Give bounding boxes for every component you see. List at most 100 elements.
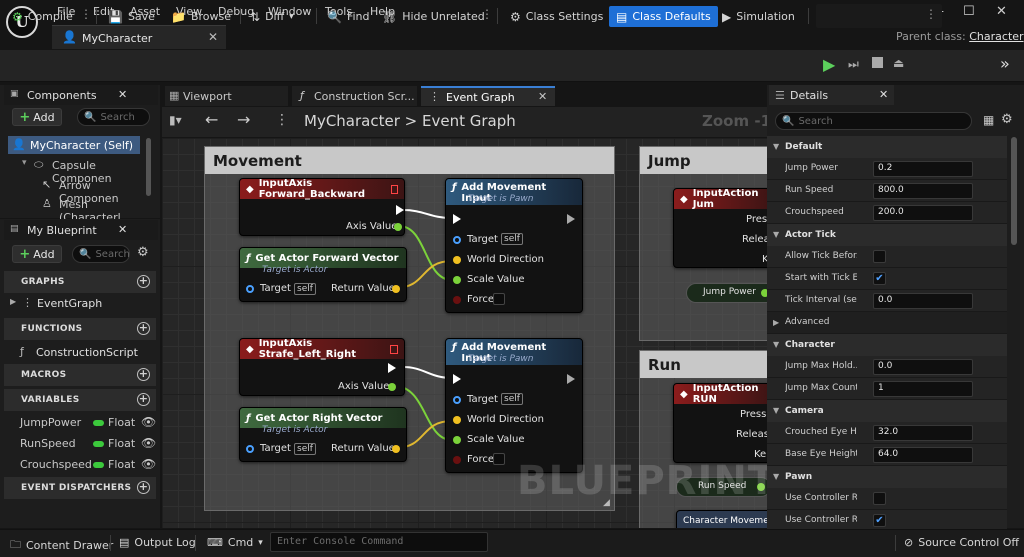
section-camera[interactable]: ▼ Camera (767, 400, 1007, 422)
play-icon[interactable]: ▶ (823, 55, 835, 74)
components-scrollbar[interactable] (146, 138, 151, 196)
target-pin[interactable] (453, 396, 461, 404)
variable-item-jumppower[interactable]: JumpPower Float 👁 (20, 413, 156, 434)
comment-resize-handle[interactable]: ◢ (603, 498, 610, 508)
eye-icon[interactable]: 👁 (141, 436, 156, 450)
jump-max-hold-field[interactable]: 0.0 (873, 359, 973, 375)
close-panel-icon[interactable]: ✕ (879, 88, 888, 101)
close-window-button[interactable]: ✕ (996, 4, 1007, 19)
settings-gear-icon[interactable]: ⚙ (1001, 112, 1013, 127)
section-functions[interactable]: FUNCTIONS + (4, 318, 156, 340)
section-pawn[interactable]: ▼ Pawn (767, 466, 1007, 488)
component-item-mesh[interactable]: ♙ Mesh (Characterl (42, 197, 146, 224)
parent-class-link[interactable]: Character (969, 30, 1023, 43)
close-panel-icon[interactable]: ✕ (118, 88, 127, 101)
return-value-pin[interactable] (392, 285, 400, 293)
target-pin[interactable] (246, 285, 254, 293)
variable-item-crouchspeed[interactable]: Crouchspeed Float 👁 (20, 455, 156, 476)
tick-interval-field[interactable]: 0.0 (873, 293, 973, 309)
asset-tab-mycharacter[interactable]: 👤 MyCharacter ✕ (52, 25, 226, 49)
use-controller-rotation-checkbox[interactable]: ✔ (873, 514, 886, 527)
component-item-self[interactable]: 👤 MyCharacter (Self) (8, 136, 140, 154)
compile-button[interactable]: ⚙ Compile (9, 6, 76, 27)
delegate-pin-icon[interactable] (390, 184, 398, 194)
details-scrollbar[interactable] (1011, 137, 1017, 245)
close-tab-icon[interactable]: ✕ (208, 30, 218, 44)
node-get-actor-right-vector[interactable]: ƒ Get Actor Right Vector Target is Actor… (239, 407, 407, 462)
stop-icon[interactable] (872, 57, 883, 68)
node-inputaxis-forward-backward[interactable]: ◆ InputAxis Forward_Backward Axis Value (239, 178, 405, 236)
diff-button[interactable]: ⇅ Diff ▾ (247, 6, 297, 27)
section-event-dispatchers[interactable]: EVENT DISPATCHERS + (4, 477, 156, 499)
world-direction-pin[interactable] (453, 256, 461, 264)
target-pin[interactable] (453, 236, 461, 244)
use-controller-rotation-checkbox[interactable] (873, 492, 886, 505)
jump-power-field[interactable]: 0.2 (873, 161, 973, 177)
source-control-button[interactable]: ⊘ Source Control Off (904, 536, 1019, 549)
start-with-tick-checkbox[interactable]: ✔ (873, 272, 886, 285)
exec-out-pin[interactable] (567, 374, 575, 384)
section-character[interactable]: ▼ Character (767, 334, 1007, 356)
close-panel-icon[interactable]: ✕ (118, 223, 127, 236)
browse-button[interactable]: 📁 Browse (168, 6, 234, 27)
add-variable-icon[interactable]: + (137, 393, 150, 406)
node-inputaxis-strafe-left-right[interactable]: ◆ InputAxis Strafe_Left_Right Axis Value (239, 338, 405, 396)
tab-event-graph[interactable]: ⋮ Event Graph ✕ (421, 86, 555, 106)
forward-arrow-icon[interactable]: → (237, 110, 250, 129)
run-speed-field[interactable]: 800.0 (873, 183, 973, 199)
jump-max-count-field[interactable]: 1 (873, 381, 973, 397)
world-direction-pin[interactable] (453, 416, 461, 424)
exec-out-pin[interactable] (396, 205, 404, 215)
add-macro-icon[interactable]: + (137, 368, 150, 381)
add-member-button[interactable]: + Add (12, 245, 62, 263)
close-tab-icon[interactable]: ✕ (538, 90, 547, 103)
component-item-capsule[interactable]: ▾ ⬭ Capsule Componen (22, 158, 142, 185)
component-item-arrow[interactable]: ↖ Arrow Componen (42, 178, 146, 205)
force-pin[interactable] (453, 296, 461, 304)
node-add-movement-input-forward[interactable]: ƒ Add Movement Input Target is Pawn Targ… (445, 178, 583, 313)
details-search-input[interactable]: 🔍 Search (775, 112, 972, 130)
crouched-eye-height-field[interactable]: 32.0 (873, 425, 973, 441)
breadcrumb-root[interactable]: MyCharacter (304, 112, 400, 130)
advanced-expander[interactable]: ▶ Advanced (767, 312, 1007, 334)
output-log-button[interactable]: ▤ Output Log (119, 536, 196, 549)
section-actor-tick[interactable]: ▼ Actor Tick (767, 224, 1007, 246)
node-add-movement-input-strafe[interactable]: ƒ Add Movement Input Target is Pawn Targ… (445, 338, 583, 473)
node-get-actor-forward-vector[interactable]: ƒ Get Actor Forward Vector Target is Act… (239, 247, 407, 302)
exec-in-pin[interactable] (453, 214, 461, 224)
play-options-icon[interactable]: ⋮ (925, 7, 937, 21)
exec-out-pin[interactable] (567, 214, 575, 224)
eye-icon[interactable]: 👁 (141, 415, 156, 429)
add-component-button[interactable]: + Add (12, 108, 62, 126)
graph-item-eventgraph[interactable]: ▶ ⋮ EventGraph (10, 296, 150, 312)
target-pin[interactable] (246, 445, 254, 453)
scale-value-pin[interactable] (453, 276, 461, 284)
console-command-input[interactable]: Enter Console Command (270, 532, 488, 552)
class-defaults-button[interactable]: ▤ Class Defaults (609, 6, 718, 27)
base-eye-height-field[interactable]: 64.0 (873, 447, 973, 463)
back-arrow-icon[interactable]: ← (205, 110, 218, 129)
step-icon[interactable]: ⏭ (848, 57, 859, 72)
node-character-movement[interactable]: Character Moveme (676, 510, 767, 528)
add-function-icon[interactable]: + (137, 322, 150, 335)
force-pin[interactable] (453, 456, 461, 464)
node-inputaction-run[interactable]: ◆ InputAction RUN Presse Release Ke (673, 383, 767, 463)
settings-gear-icon[interactable]: ⚙ (137, 245, 149, 260)
crouchspeed-field[interactable]: 200.0 (873, 205, 973, 221)
section-variables[interactable]: VARIABLES + (4, 389, 156, 411)
bookmark-icon[interactable]: ▮▾ (169, 113, 182, 127)
hide-unrelated-button[interactable]: ⛓ Hide Unrelated (379, 6, 488, 27)
axis-value-pin[interactable] (394, 223, 402, 231)
variable-getter-jump-power[interactable]: Jump Power (686, 283, 767, 303)
save-button[interactable]: 💾 Save (105, 6, 158, 27)
simulation-button[interactable]: ▶ Simulation (719, 6, 798, 27)
force-checkbox[interactable] (493, 453, 505, 465)
force-checkbox[interactable] (493, 293, 505, 305)
maximize-button[interactable]: ☐ (963, 4, 975, 19)
find-button[interactable]: 🔍 Find (324, 6, 373, 27)
eye-icon[interactable]: 👁 (141, 457, 156, 471)
exec-in-pin[interactable] (453, 374, 461, 384)
components-search-input[interactable]: 🔍 Search (77, 108, 150, 126)
section-macros[interactable]: MACROS + (4, 364, 156, 386)
section-default[interactable]: ▼ Default (767, 136, 1007, 158)
